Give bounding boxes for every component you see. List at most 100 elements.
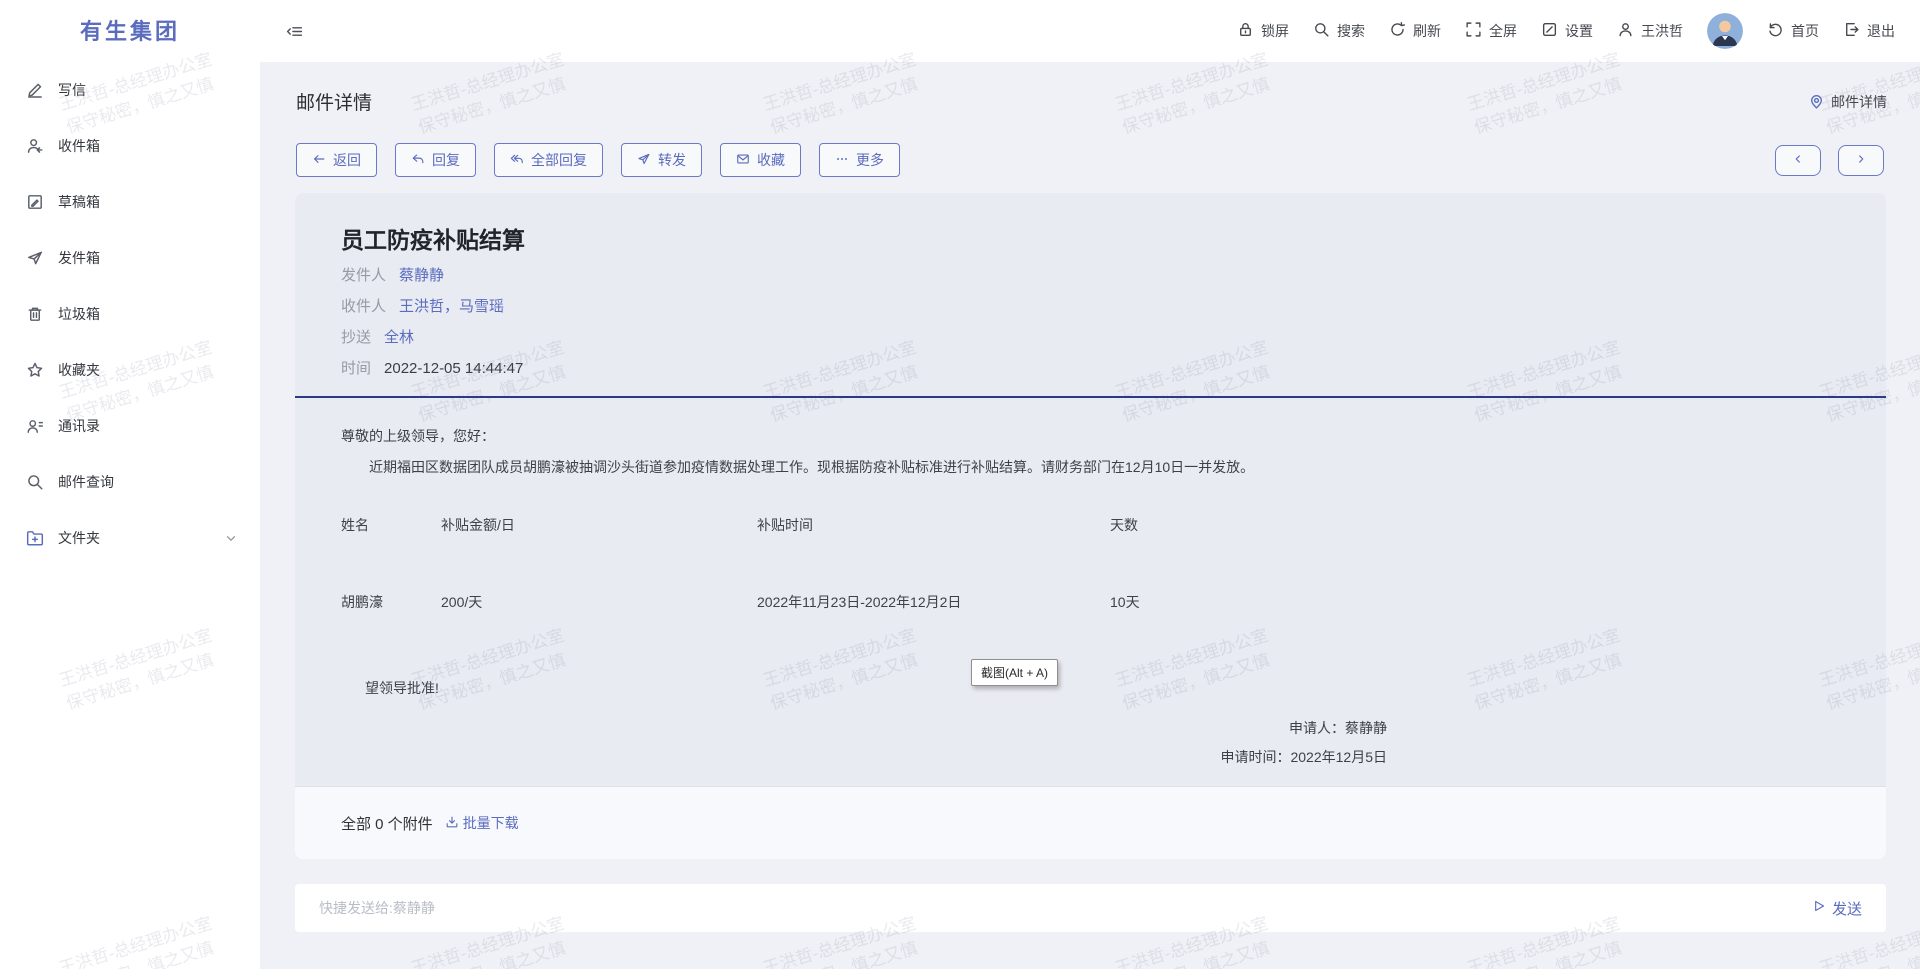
button-label: 更多 [856,150,884,170]
attachments-bar: 全部 0 个附件 批量下载 [295,786,1886,859]
sidebar-item-label: 通讯录 [58,416,100,436]
home-icon [1767,21,1784,41]
sidebar-item-contacts[interactable]: 通讯录 [0,398,260,454]
more-button[interactable]: 更多 [819,143,900,177]
chevron-down-icon[interactable] [224,531,238,545]
mail-meta-from: 发件人 蔡静静 [341,265,1840,286]
location-badge: 邮件详情 [1808,92,1887,112]
compose-icon [26,81,44,99]
topbar-label: 锁屏 [1261,21,1289,41]
fullscreen-icon [1465,21,1482,41]
mail-meta-time: 时间 2022-12-05 14:44:47 [341,358,1840,379]
quick-send-bar: 发送 [295,884,1886,932]
topbar-label: 退出 [1867,21,1895,41]
body-paragraph: 近期福田区数据团队成员胡鹏濠被抽调沙头街道参加疫情数据处理工作。现根据防疫补贴标… [341,457,1840,477]
page-title: 邮件详情 [296,88,372,115]
user-icon [1617,21,1634,41]
home-button[interactable]: 首页 [1767,21,1819,41]
main-content: 邮件详情 邮件详情 返回 回复 全部回复 转发 [260,62,1920,969]
back-button[interactable]: 返回 [296,143,377,177]
logout-icon [1843,21,1860,41]
avatar[interactable] [1707,13,1743,49]
next-mail-button[interactable] [1838,145,1884,176]
quick-send-input[interactable] [319,900,1812,916]
trash-icon [26,305,44,323]
body-closing: 望领导批准! [341,678,1840,698]
logout-button[interactable]: 退出 [1843,21,1895,41]
sidebar-item-label: 收件箱 [58,136,100,156]
sidebar-item-mail-search[interactable]: 邮件查询 [0,454,260,510]
button-label: 收藏 [757,150,785,170]
inbox-icon [26,137,44,155]
favorites-icon [26,361,44,379]
batch-download-button[interactable]: 批量下载 [445,813,519,833]
sidebar-item-drafts[interactable]: 草稿箱 [0,174,260,230]
contacts-icon [26,417,44,435]
mail-pager [1775,145,1884,176]
topbar-actions: 锁屏 搜索 刷新 全屏 设置 王洪哲 [1237,13,1895,49]
current-user[interactable]: 王洪哲 [1617,21,1683,41]
sidebar-item-trash[interactable]: 垃圾箱 [0,286,260,342]
from-label: 发件人 [341,265,386,286]
send-label: 发送 [1832,898,1862,919]
applicant-line: 申请人：蔡静静 [341,714,1387,743]
sidebar-item-compose[interactable]: 写信 [0,62,260,118]
prev-mail-button[interactable] [1775,145,1821,176]
collapse-menu-icon[interactable] [286,23,303,40]
button-label: 全部回复 [531,150,587,170]
attachments-summary: 全部 0 个附件 [341,813,433,834]
sent-icon [26,249,44,267]
user-name: 王洪哲 [1641,21,1683,41]
chevron-left-icon [1791,152,1805,169]
reply-all-icon [510,152,524,169]
fullscreen-button[interactable]: 全屏 [1465,21,1517,41]
folder-plus-icon [26,529,44,547]
forward-button[interactable]: 转发 [621,143,702,177]
send-icon [1812,899,1826,917]
chevron-right-icon [1854,152,1868,169]
table-header-days: 天数 [1110,517,1840,534]
sidebar-item-label: 发件箱 [58,248,100,268]
collect-button[interactable]: 收藏 [720,143,801,177]
lock-icon [1237,21,1254,41]
collect-mail-icon [736,152,750,169]
to-value[interactable]: 王洪哲，马雪瑶 [399,296,504,317]
settings-button[interactable]: 设置 [1541,21,1593,41]
mail-search-icon [26,473,44,491]
sidebar-item-favorites[interactable]: 收藏夹 [0,342,260,398]
lock-screen-button[interactable]: 锁屏 [1237,21,1289,41]
sidebar-item-folders[interactable]: 文件夹 [0,510,260,566]
mail-subject: 员工防疫补贴结算 [341,221,1840,255]
back-arrow-icon [312,152,326,169]
page-head: 邮件详情 邮件详情 [260,62,1920,115]
refresh-button[interactable]: 刷新 [1389,21,1441,41]
sidebar-item-label: 邮件查询 [58,472,114,492]
cc-value[interactable]: 全林 [384,327,414,348]
reply-all-button[interactable]: 全部回复 [494,143,603,177]
refresh-icon [1389,21,1406,41]
reply-icon [411,152,425,169]
button-label: 返回 [333,150,361,170]
send-button[interactable]: 发送 [1812,898,1862,919]
mail-body: 尊敬的上级领导，您好： 近期福田区数据团队成员胡鹏濠被抽调沙头街道参加疫情数据处… [295,398,1886,786]
more-dots-icon [835,152,849,169]
sidebar-item-sent[interactable]: 发件箱 [0,230,260,286]
mail-meta-to: 收件人 王洪哲，马雪瑶 [341,296,1840,317]
apply-time-value: 2022年12月5日 [1290,749,1387,765]
top-header: 锁屏 搜索 刷新 全屏 设置 王洪哲 [260,0,1920,62]
apply-time-label: 申请时间： [1220,749,1290,765]
button-label: 回复 [432,150,460,170]
screenshot-tooltip: 截图(Alt + A) [971,659,1058,686]
body-greeting: 尊敬的上级领导，您好： [341,426,1840,446]
mail-head: 员工防疫补贴结算 发件人 蔡静静 收件人 王洪哲，马雪瑶 抄送 全林 时间 20… [295,193,1886,379]
topbar-label: 搜索 [1337,21,1365,41]
reply-button[interactable]: 回复 [395,143,476,177]
table-header-amount: 补贴金额/日 [441,517,757,534]
sidebar-item-inbox[interactable]: 收件箱 [0,118,260,174]
sidebar-item-label: 收藏夹 [58,360,100,380]
cc-label: 抄送 [341,327,371,348]
to-label: 收件人 [341,296,386,317]
table-cell-period: 2022年11月23日-2022年12月2日 [757,534,1110,612]
from-value[interactable]: 蔡静静 [399,265,444,286]
search-button[interactable]: 搜索 [1313,21,1365,41]
